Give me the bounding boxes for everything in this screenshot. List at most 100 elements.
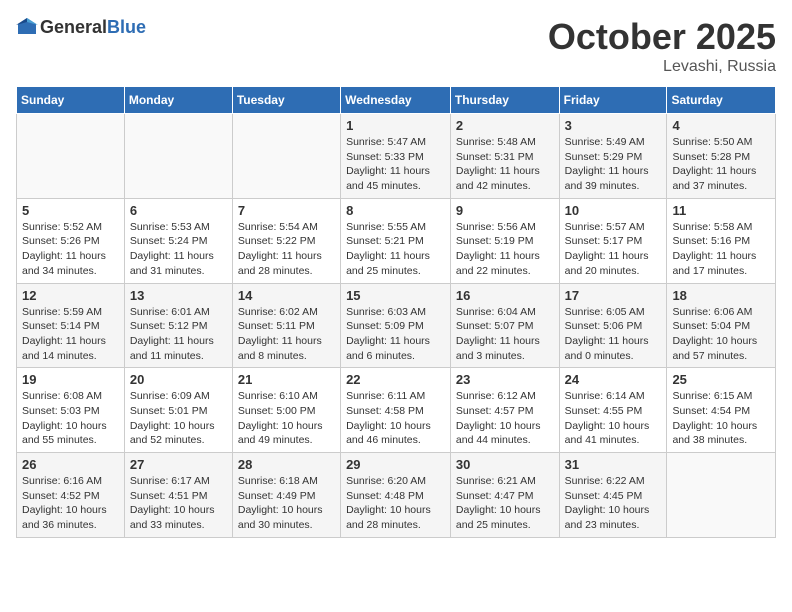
day-number: 13: [130, 288, 227, 303]
day-info: Sunrise: 5:52 AMSunset: 5:26 PMDaylight:…: [22, 220, 119, 279]
calendar-cell: 5 Sunrise: 5:52 AMSunset: 5:26 PMDaylight…: [17, 198, 125, 283]
calendar-cell: [667, 453, 776, 538]
day-info: Sunrise: 6:05 AMSunset: 5:06 PMDaylight:…: [565, 305, 662, 364]
calendar-cell: 15Sunrise: 6:03 AMSunset: 5:09 PMDayligh…: [341, 283, 451, 368]
day-info: Sunrise: 5:54 AMSunset: 5:22 PMDaylight:…: [238, 220, 335, 279]
day-info: Sunrise: 5:48 AMSunset: 5:31 PMDaylight:…: [456, 135, 554, 194]
logo-blue: Blue: [107, 17, 146, 37]
calendar-week-row: 26Sunrise: 6:16 AMSunset: 4:52 PMDayligh…: [17, 453, 776, 538]
calendar-cell: 29 Sunrise: 6:20 AMSunset: 4:48 PMDayligh…: [341, 453, 451, 538]
day-number: 10: [565, 203, 662, 218]
day-number: 27: [130, 457, 227, 472]
calendar-cell: 11 Sunrise: 5:58 AMSunset: 5:16 PMDayligh…: [667, 198, 776, 283]
calendar-cell: 10 Sunrise: 5:57 AMSunset: 5:17 PMDayligh…: [559, 198, 667, 283]
day-number: 20: [130, 372, 227, 387]
month-title: October 2025: [548, 16, 776, 58]
day-number: 24: [565, 372, 662, 387]
day-info: Sunrise: 6:08 AMSunset: 5:03 PMDaylight:…: [22, 389, 119, 448]
day-number: 30: [456, 457, 554, 472]
calendar-cell: 16 Sunrise: 6:04 AMSunset: 5:07 PMDayligh…: [450, 283, 559, 368]
day-number: 22: [346, 372, 445, 387]
calendar-cell: 1Sunrise: 5:47 AMSunset: 5:33 PMDaylight…: [341, 114, 451, 199]
calendar-cell: 13Sunrise: 6:01 AMSunset: 5:12 PMDayligh…: [124, 283, 232, 368]
header-saturday: Saturday: [667, 87, 776, 114]
title-area: October 2025 Levashi, Russia: [548, 16, 776, 76]
calendar-cell: 26Sunrise: 6:16 AMSunset: 4:52 PMDayligh…: [17, 453, 125, 538]
day-number: 25: [672, 372, 770, 387]
page-header: GeneralBlue October 2025 Levashi, Russia: [16, 16, 776, 76]
calendar-cell: 17 Sunrise: 6:05 AMSunset: 5:06 PMDayligh…: [559, 283, 667, 368]
day-number: 23: [456, 372, 554, 387]
calendar-cell: [232, 114, 340, 199]
day-info: Sunrise: 6:17 AMSunset: 4:51 PMDaylight:…: [130, 474, 227, 533]
day-number: 16: [456, 288, 554, 303]
day-info: Sunrise: 6:09 AMSunset: 5:01 PMDaylight:…: [130, 389, 227, 448]
calendar-cell: 31 Sunrise: 6:22 AMSunset: 4:45 PMDayligh…: [559, 453, 667, 538]
day-info: Sunrise: 5:56 AMSunset: 5:19 PMDaylight:…: [456, 220, 554, 279]
day-info: Sunrise: 6:20 AMSunset: 4:48 PMDaylight:…: [346, 474, 445, 533]
day-number: 31: [565, 457, 662, 472]
day-info: Sunrise: 6:04 AMSunset: 5:07 PMDaylight:…: [456, 305, 554, 364]
day-info: Sunrise: 6:11 AMSunset: 4:58 PMDaylight:…: [346, 389, 445, 448]
calendar-cell: 18 Sunrise: 6:06 AMSunset: 5:04 PMDayligh…: [667, 283, 776, 368]
calendar-cell: [17, 114, 125, 199]
calendar-week-row: 5 Sunrise: 5:52 AMSunset: 5:26 PMDaylight…: [17, 198, 776, 283]
day-number: 3: [565, 118, 662, 133]
day-info: Sunrise: 5:59 AMSunset: 5:14 PMDaylight:…: [22, 305, 119, 364]
day-number: 1: [346, 118, 445, 133]
calendar-cell: [124, 114, 232, 199]
calendar-cell: 28Sunrise: 6:18 AMSunset: 4:49 PMDayligh…: [232, 453, 340, 538]
day-info: Sunrise: 6:15 AMSunset: 4:54 PMDaylight:…: [672, 389, 770, 448]
logo-text: GeneralBlue: [40, 17, 146, 38]
logo-icon: [16, 16, 38, 38]
calendar-week-row: 19 Sunrise: 6:08 AMSunset: 5:03 PMDayligh…: [17, 368, 776, 453]
day-info: Sunrise: 6:10 AMSunset: 5:00 PMDaylight:…: [238, 389, 335, 448]
day-info: Sunrise: 6:02 AMSunset: 5:11 PMDaylight:…: [238, 305, 335, 364]
day-info: Sunrise: 6:12 AMSunset: 4:57 PMDaylight:…: [456, 389, 554, 448]
day-number: 17: [565, 288, 662, 303]
logo: GeneralBlue: [16, 16, 146, 38]
day-number: 21: [238, 372, 335, 387]
header-wednesday: Wednesday: [341, 87, 451, 114]
header-tuesday: Tuesday: [232, 87, 340, 114]
day-number: 18: [672, 288, 770, 303]
day-number: 12: [22, 288, 119, 303]
location-title: Levashi, Russia: [548, 58, 776, 76]
day-info: Sunrise: 5:49 AMSunset: 5:29 PMDaylight:…: [565, 135, 662, 194]
calendar-cell: 20 Sunrise: 6:09 AMSunset: 5:01 PMDayligh…: [124, 368, 232, 453]
day-number: 8: [346, 203, 445, 218]
day-info: Sunrise: 6:06 AMSunset: 5:04 PMDaylight:…: [672, 305, 770, 364]
day-number: 11: [672, 203, 770, 218]
day-number: 29: [346, 457, 445, 472]
calendar-cell: 3 Sunrise: 5:49 AMSunset: 5:29 PMDaylight…: [559, 114, 667, 199]
day-number: 15: [346, 288, 445, 303]
calendar-cell: 6Sunrise: 5:53 AMSunset: 5:24 PMDaylight…: [124, 198, 232, 283]
calendar-cell: 21 Sunrise: 6:10 AMSunset: 5:00 PMDayligh…: [232, 368, 340, 453]
day-info: Sunrise: 5:57 AMSunset: 5:17 PMDaylight:…: [565, 220, 662, 279]
header-thursday: Thursday: [450, 87, 559, 114]
calendar-week-row: 1Sunrise: 5:47 AMSunset: 5:33 PMDaylight…: [17, 114, 776, 199]
header-monday: Monday: [124, 87, 232, 114]
day-number: 2: [456, 118, 554, 133]
day-info: Sunrise: 6:14 AMSunset: 4:55 PMDaylight:…: [565, 389, 662, 448]
day-info: Sunrise: 6:21 AMSunset: 4:47 PMDaylight:…: [456, 474, 554, 533]
header-friday: Friday: [559, 87, 667, 114]
calendar-table: Sunday Monday Tuesday Wednesday Thursday…: [16, 86, 776, 538]
calendar-cell: 4 Sunrise: 5:50 AMSunset: 5:28 PMDaylight…: [667, 114, 776, 199]
calendar-cell: 22 Sunrise: 6:11 AMSunset: 4:58 PMDayligh…: [341, 368, 451, 453]
calendar-cell: 8Sunrise: 5:55 AMSunset: 5:21 PMDaylight…: [341, 198, 451, 283]
day-number: 19: [22, 372, 119, 387]
day-number: 4: [672, 118, 770, 133]
day-number: 5: [22, 203, 119, 218]
calendar-cell: 12 Sunrise: 5:59 AMSunset: 5:14 PMDayligh…: [17, 283, 125, 368]
day-info: Sunrise: 6:22 AMSunset: 4:45 PMDaylight:…: [565, 474, 662, 533]
day-info: Sunrise: 5:58 AMSunset: 5:16 PMDaylight:…: [672, 220, 770, 279]
calendar-cell: 25 Sunrise: 6:15 AMSunset: 4:54 PMDayligh…: [667, 368, 776, 453]
weekday-header-row: Sunday Monday Tuesday Wednesday Thursday…: [17, 87, 776, 114]
day-info: Sunrise: 5:50 AMSunset: 5:28 PMDaylight:…: [672, 135, 770, 194]
logo-general: General: [40, 17, 107, 37]
calendar-week-row: 12 Sunrise: 5:59 AMSunset: 5:14 PMDayligh…: [17, 283, 776, 368]
header-sunday: Sunday: [17, 87, 125, 114]
day-number: 26: [22, 457, 119, 472]
calendar-cell: 19 Sunrise: 6:08 AMSunset: 5:03 PMDayligh…: [17, 368, 125, 453]
